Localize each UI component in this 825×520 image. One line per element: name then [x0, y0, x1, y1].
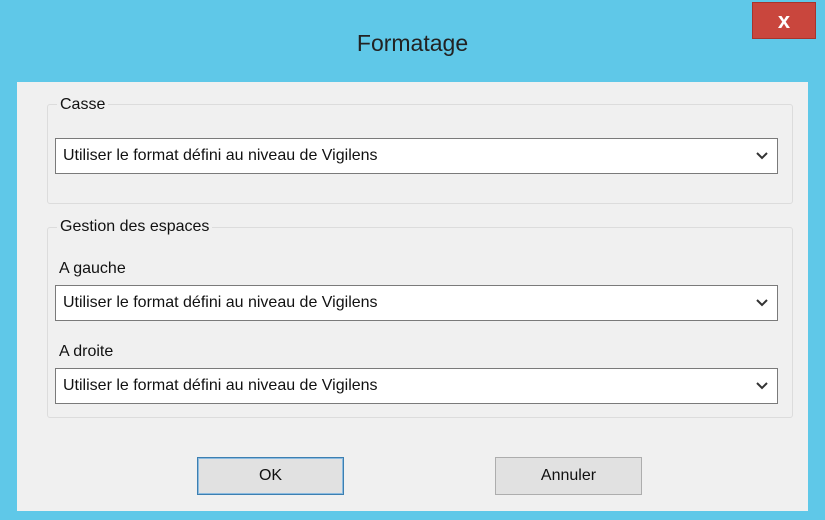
droite-dropdown-value: Utiliser le format défini au niveau de V… — [63, 377, 378, 394]
gauche-label: A gauche — [59, 260, 126, 277]
close-button[interactable]: x — [752, 2, 816, 39]
title-bar: Formatage x — [0, 0, 825, 82]
casse-legend: Casse — [57, 96, 109, 114]
chevron-down-icon — [756, 152, 768, 160]
gauche-dropdown-value: Utiliser le format défini au niveau de V… — [63, 294, 378, 311]
chevron-down-icon — [756, 382, 768, 390]
gauche-dropdown[interactable]: Utiliser le format défini au niveau de V… — [55, 285, 778, 321]
ok-button[interactable]: OK — [197, 457, 344, 495]
chevron-down-icon — [756, 299, 768, 307]
window-title: Formatage — [356, 30, 469, 56]
droite-dropdown[interactable]: Utiliser le format défini au niveau de V… — [55, 368, 778, 404]
cancel-button[interactable]: Annuler — [495, 457, 642, 495]
close-icon: x — [777, 7, 791, 33]
espaces-legend: Gestion des espaces — [57, 218, 213, 236]
casse-dropdown-value: Utiliser le format défini au niveau de V… — [63, 147, 378, 164]
dialog-window: Formatage x Casse Utiliser le format déf… — [0, 0, 825, 520]
dialog-body: Casse Utiliser le format défini au nivea… — [17, 82, 808, 511]
casse-dropdown[interactable]: Utiliser le format défini au niveau de V… — [55, 138, 778, 174]
droite-label: A droite — [59, 343, 114, 360]
